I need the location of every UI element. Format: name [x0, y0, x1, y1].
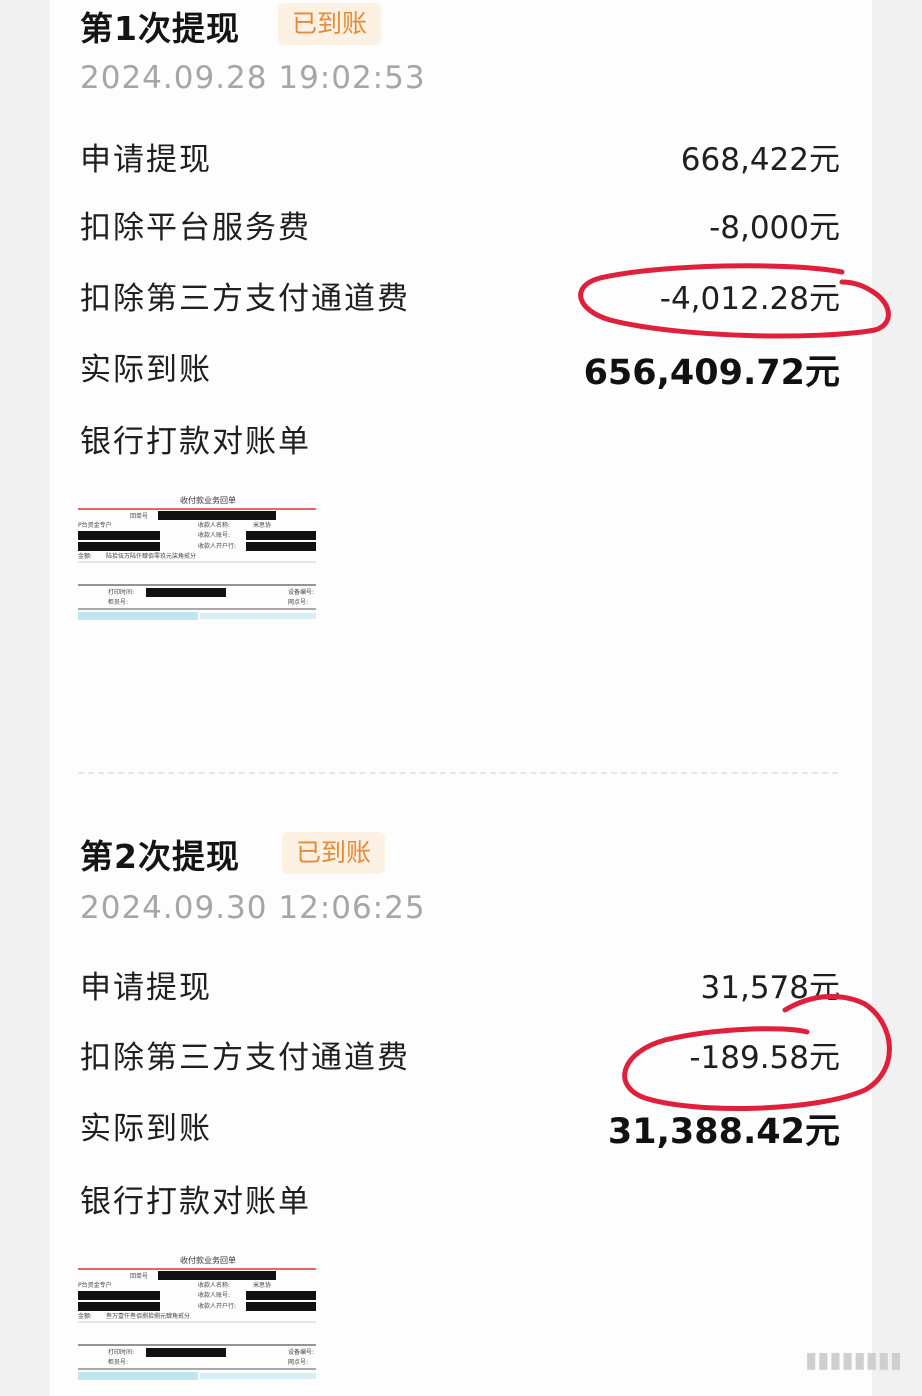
receipt-payer: P台资金专户 [78, 1281, 112, 1289]
row-actual-amount: 实际到账 31,388.42元 [80, 1103, 840, 1152]
receipt-field: 收款人账号: [198, 1291, 230, 1299]
receipt-field: 设备编号: [288, 1348, 314, 1356]
row-label: 扣除第三方支付通道费 [80, 281, 410, 317]
redaction-bar [78, 1302, 160, 1311]
receipt-heading: 收付款业务回单 [180, 495, 236, 505]
withdrawal-title: 第1次提现 [80, 9, 240, 48]
row-label: 扣除第三方支付通道费 [80, 1040, 410, 1076]
row-value: -189.58元 [689, 1040, 840, 1076]
row-value: 31,578元 [700, 970, 840, 1006]
receipt-field: 回单号 [130, 512, 148, 520]
row-label: 实际到账 [80, 352, 212, 388]
receipt-field: 金额: [78, 552, 92, 560]
withdrawal-section-1: 第1次提现 已到账 2024.09.28 19:02:53 申请提现 668,4… [50, 0, 872, 760]
status-badge: 已到账 [282, 832, 386, 874]
receipt-field: 金额: [78, 1312, 92, 1320]
redaction-bar [246, 542, 316, 551]
receipt-payee: 米思协 [253, 521, 271, 529]
row-platform-fee: 扣除平台服务费 -8,000元 [80, 202, 840, 250]
row-label: 实际到账 [80, 1111, 212, 1147]
row-statement: 银行打款对账单 [80, 1176, 840, 1224]
receipt-field: 网点号: [288, 598, 308, 606]
redaction-bar [78, 542, 160, 551]
receipt-field: 收款人名称: [198, 521, 230, 529]
receipt-thumbnail[interactable]: 收付款业务回单 回单号 P台资金专户 收款人名称: 米思协 收款人账号: 收款人… [78, 492, 316, 622]
receipt-thumbnail[interactable]: 收付款业务回单 回单号 P台资金专户 收款人名称: 米思协 收款人账号: 收款人… [78, 1252, 316, 1382]
redaction-bar [146, 1348, 226, 1357]
receipt-amount-words: 叁万壹仟叁佰捌拾捌元肆角贰分 [106, 1312, 190, 1320]
withdrawal-datetime: 2024.09.28 19:02:53 [80, 60, 426, 96]
receipt-field: 柜员号: [108, 598, 128, 606]
row-value: -4,012.28元 [659, 281, 840, 317]
row-label: 申请提现 [80, 970, 212, 1006]
section-divider [78, 772, 838, 774]
row-label: 扣除平台服务费 [80, 210, 311, 246]
redaction-bar [146, 588, 226, 597]
row-apply-amount: 申请提现 668,422元 [80, 134, 840, 182]
redaction-bar [78, 1291, 160, 1300]
receipt-heading: 收付款业务回单 [180, 1255, 236, 1265]
row-value: -8,000元 [709, 210, 840, 246]
receipt-field: 打印时间: [108, 588, 134, 596]
row-value: 668,422元 [680, 142, 840, 178]
withdrawal-section-2: 第2次提现 已到账 2024.09.30 12:06:25 申请提现 31,57… [50, 828, 872, 1396]
row-channel-fee: 扣除第三方支付通道费 -189.58元 [80, 1032, 840, 1080]
receipt-field: 收款人开户行: [198, 1302, 236, 1310]
receipt-footer-strip [78, 612, 198, 620]
receipt-field: 收款人名称: [198, 1281, 230, 1289]
row-actual-amount: 实际到账 656,409.72元 [80, 344, 840, 393]
receipt-field: 打印时间: [108, 1348, 134, 1356]
receipt-amount-words: 陆拾伍万陆仟肆佰零玖元柒角贰分 [106, 552, 196, 560]
receipt-footer-strip [78, 1372, 198, 1380]
receipt-field: 设备编号: [288, 588, 314, 596]
redaction-bar [246, 1291, 316, 1300]
watermark: ▮▮▮▮▮▮▮▮ [805, 1348, 902, 1373]
redaction-bar [158, 511, 276, 520]
receipt-field: 收款人账号: [198, 531, 230, 539]
receipt-field: 收款人开户行: [198, 542, 236, 550]
withdrawal-title: 第2次提现 [80, 837, 240, 876]
receipt-field: 柜员号: [108, 1358, 128, 1366]
receipt-payee: 米思协 [253, 1281, 271, 1289]
withdrawal-datetime: 2024.09.30 12:06:25 [80, 890, 426, 926]
row-channel-fee: 扣除第三方支付通道费 -4,012.28元 [80, 273, 840, 321]
row-label: 申请提现 [80, 142, 212, 178]
receipt-payer: P台资金专户 [78, 521, 112, 529]
statement-label: 银行打款对账单 [80, 1184, 311, 1220]
row-statement: 银行打款对账单 [80, 416, 840, 464]
redaction-bar [78, 531, 160, 540]
withdrawal-record-card: 第1次提现 已到账 2024.09.28 19:02:53 申请提现 668,4… [50, 0, 872, 1396]
receipt-field: 网点号: [288, 1358, 308, 1366]
row-value-total: 656,409.72元 [583, 353, 840, 393]
redaction-bar [246, 1302, 316, 1311]
receipt-field: 回单号 [130, 1272, 148, 1280]
redaction-bar [246, 531, 316, 540]
row-value-total: 31,388.42元 [607, 1112, 840, 1152]
status-badge: 已到账 [278, 3, 382, 45]
redaction-bar [158, 1271, 276, 1280]
row-apply-amount: 申请提现 31,578元 [80, 962, 840, 1010]
statement-label: 银行打款对账单 [80, 424, 311, 460]
